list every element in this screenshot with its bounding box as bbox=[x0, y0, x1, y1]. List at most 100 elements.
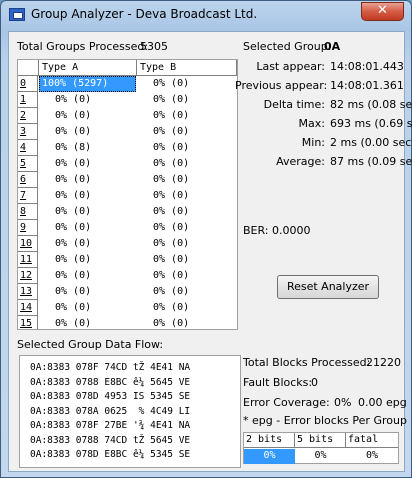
grid-row[interactable]: 12 0% (0) 0% (0) bbox=[18, 268, 237, 284]
grid-row[interactable]: 9 0% (0) 0% (0) bbox=[18, 220, 237, 236]
total-groups-label: Total Groups Processed: bbox=[17, 40, 149, 53]
grid-row[interactable]: 1 0% (0) 0% (0) bbox=[18, 92, 237, 108]
fault-blocks-value: 0 bbox=[311, 376, 318, 389]
type-b-cell[interactable]: 0% (0) bbox=[137, 204, 235, 220]
row-number[interactable]: 4 bbox=[18, 140, 38, 156]
type-a-cell[interactable]: 0% (8) bbox=[39, 140, 136, 156]
bits-value-2: 0% bbox=[244, 449, 295, 464]
data-flow-line[interactable]: 0A:8383 078D 4953 IS 5345 SE bbox=[30, 391, 190, 402]
type-b-cell[interactable]: 0% (0) bbox=[137, 188, 235, 204]
type-b-cell[interactable]: 0% (0) bbox=[137, 172, 235, 188]
type-a-cell[interactable]: 0% (0) bbox=[39, 284, 136, 300]
type-a-cell[interactable]: 0% (0) bbox=[39, 156, 136, 172]
data-flow-line[interactable]: 0A:8383 0788 E8BC ê¼ 5645 VE bbox=[30, 377, 190, 388]
grid-corner bbox=[18, 60, 39, 76]
app-icon bbox=[9, 8, 25, 21]
error-coverage-epg: 0.00 epg bbox=[358, 396, 407, 409]
grid-row[interactable]: 15 0% (0) 0% (0) bbox=[18, 316, 237, 329]
grid-header: Type A Type B bbox=[18, 60, 237, 76]
total-groups-value: 5305 bbox=[140, 40, 168, 53]
type-a-cell[interactable]: 0% (0) bbox=[39, 172, 136, 188]
bits-header-fatal: fatal bbox=[346, 433, 398, 448]
grid-row[interactable]: 7 0% (0) 0% (0) bbox=[18, 188, 237, 204]
close-button[interactable]: ✕ bbox=[361, 2, 404, 21]
row-number[interactable]: 13 bbox=[18, 284, 38, 300]
reset-analyzer-label: Reset Analyzer bbox=[286, 280, 370, 293]
row-number[interactable]: 8 bbox=[18, 204, 38, 220]
data-flow-line[interactable]: 0A:8383 0788 74CD tŽ 5645 VE bbox=[30, 435, 190, 446]
bits-header-5: 5 bits bbox=[295, 433, 346, 448]
type-a-cell[interactable]: 0% (0) bbox=[39, 236, 136, 252]
title-bar[interactable]: Group Analyzer - Deva Broadcast Ltd. ✕ bbox=[1, 1, 411, 29]
total-blocks-value: 21220 bbox=[366, 356, 401, 369]
type-a-cell[interactable]: 0% (0) bbox=[39, 316, 136, 329]
data-flow-line[interactable]: 0A:8383 078A 0625 % 4C49 LI bbox=[30, 406, 190, 417]
selected-group-value: 0A bbox=[324, 40, 341, 53]
row-number[interactable]: 9 bbox=[18, 220, 38, 236]
row-number[interactable]: 2 bbox=[18, 108, 38, 124]
type-b-cell[interactable]: 0% (0) bbox=[137, 268, 235, 284]
type-b-cell[interactable]: 0% (0) bbox=[137, 284, 235, 300]
type-a-cell[interactable]: 0% (0) bbox=[39, 268, 136, 284]
data-flow-list[interactable]: 0A:8383 078F 74CD tŽ 4E41 NA 0A:8383 0788… bbox=[19, 355, 241, 468]
type-b-cell[interactable]: 0% (0) bbox=[137, 124, 235, 140]
type-b-cell[interactable]: 0% (0) bbox=[137, 252, 235, 268]
row-number[interactable]: 12 bbox=[18, 268, 38, 284]
type-b-cell[interactable]: 0% (0) bbox=[137, 316, 235, 329]
type-a-cell[interactable]: 0% (0) bbox=[39, 108, 136, 124]
grid-row[interactable]: 11 0% (0) 0% (0) bbox=[18, 252, 237, 268]
stat-value: 14:08:01.443 bbox=[330, 60, 404, 73]
column-header-type-a[interactable]: Type A bbox=[39, 60, 137, 76]
type-a-cell[interactable]: 0% (0) bbox=[39, 92, 136, 108]
grid-row[interactable]: 5 0% (0) 0% (0) bbox=[18, 156, 237, 172]
grid-row[interactable]: 14 0% (0) 0% (0) bbox=[18, 300, 237, 316]
row-number[interactable]: 14 bbox=[18, 300, 38, 316]
type-b-cell[interactable]: 0% (0) bbox=[137, 108, 235, 124]
type-b-cell[interactable]: 0% (0) bbox=[137, 220, 235, 236]
grid-row[interactable]: 2 0% (0) 0% (0) bbox=[18, 108, 237, 124]
stat-label: Last appear: bbox=[256, 60, 325, 73]
grid-row[interactable]: 0 100% (5297) 0% (0) bbox=[18, 76, 237, 92]
row-number[interactable]: 6 bbox=[18, 172, 38, 188]
type-b-cell[interactable]: 0% (0) bbox=[137, 76, 235, 92]
type-a-cell[interactable]: 100% (5297) bbox=[39, 76, 136, 92]
data-flow-line[interactable]: 0A:8383 078D E8BC ê¼ 5345 SE bbox=[30, 449, 190, 460]
row-number[interactable]: 0 bbox=[18, 76, 38, 92]
row-number[interactable]: 10 bbox=[18, 236, 38, 252]
row-number[interactable]: 11 bbox=[18, 252, 38, 268]
grid-row[interactable]: 8 0% (0) 0% (0) bbox=[18, 204, 237, 220]
epg-note: * epg - Error blocks Per Group bbox=[243, 414, 407, 427]
row-number[interactable]: 3 bbox=[18, 124, 38, 140]
type-a-cell[interactable]: 0% (0) bbox=[39, 300, 136, 316]
fault-blocks-label: Fault Blocks: bbox=[243, 376, 313, 389]
type-a-cell[interactable]: 0% (0) bbox=[39, 188, 136, 204]
row-number[interactable]: 15 bbox=[18, 316, 38, 329]
row-number[interactable]: 7 bbox=[18, 188, 38, 204]
type-b-cell[interactable]: 0% (0) bbox=[137, 156, 235, 172]
groups-grid[interactable]: Type A Type B 0 100% (5297) 0% (0) 1 0% (0) 0… bbox=[17, 59, 238, 330]
type-a-cell[interactable]: 0% (0) bbox=[39, 204, 136, 220]
grid-row[interactable]: 4 0% (8) 0% (0) bbox=[18, 140, 237, 156]
type-b-cell[interactable]: 0% (0) bbox=[137, 300, 235, 316]
type-b-cell[interactable]: 0% (0) bbox=[137, 92, 235, 108]
client-area: Total Groups Processed: 5305 Type A Type… bbox=[8, 31, 412, 472]
type-a-cell[interactable]: 0% (0) bbox=[39, 124, 136, 140]
data-flow-line[interactable]: 0A:8383 078F 74CD tŽ 4E41 NA bbox=[30, 362, 190, 373]
row-number[interactable]: 5 bbox=[18, 156, 38, 172]
type-a-cell[interactable]: 0% (0) bbox=[39, 252, 136, 268]
grid-row[interactable]: 10 0% (0) 0% (0) bbox=[18, 236, 237, 252]
column-header-type-b[interactable]: Type B bbox=[137, 60, 237, 76]
row-number[interactable]: 1 bbox=[18, 92, 38, 108]
type-b-cell[interactable]: 0% (0) bbox=[137, 140, 235, 156]
grid-row[interactable]: 13 0% (0) 0% (0) bbox=[18, 284, 237, 300]
data-flow-line[interactable]: 0A:8383 078F 27BE '¾ 4E41 NA bbox=[30, 420, 190, 431]
grid-row[interactable]: 6 0% (0) 0% (0) bbox=[18, 172, 237, 188]
reset-analyzer-button[interactable]: Reset Analyzer bbox=[277, 275, 379, 299]
window-title: Group Analyzer - Deva Broadcast Ltd. bbox=[31, 7, 258, 21]
grid-row[interactable]: 3 0% (0) 0% (0) bbox=[18, 124, 237, 140]
stat-label: Delta time: bbox=[263, 98, 325, 111]
type-a-cell[interactable]: 0% (0) bbox=[39, 220, 136, 236]
selected-group-label: Selected Group: bbox=[243, 40, 332, 53]
type-b-cell[interactable]: 0% (0) bbox=[137, 236, 235, 252]
stat-value: 693 ms (0.69 sec) bbox=[330, 117, 412, 130]
